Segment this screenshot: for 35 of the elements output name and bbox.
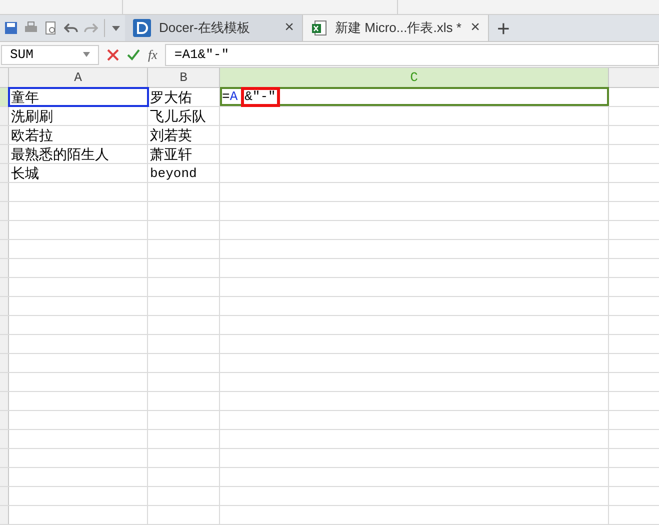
dropdown-caret-icon[interactable] [111,24,121,32]
insert-function-button[interactable]: fx [148,44,158,64]
table-cell: 刘若英 [148,126,220,144]
table-cell: 长城 [9,164,148,182]
new-tab-button[interactable]: + [489,15,518,41]
tab-title: Docer-在线模板 [159,19,252,38]
confirm-icon[interactable] [127,48,140,60]
spreadsheet-file-icon [311,20,327,36]
close-tab-button[interactable]: × [284,16,294,40]
formula-equals: = [222,88,230,106]
print-icon[interactable] [24,21,38,35]
highlighted-formula-part: &″-″ [240,86,280,106]
document-tab[interactable]: Docer-在线模板 × [125,15,303,41]
table-cell: 欧若拉 [9,126,148,144]
table-cell: beyond [148,164,220,182]
cell-reference: A [230,88,238,106]
redo-icon[interactable] [84,21,98,35]
cancel-icon[interactable] [107,48,119,60]
document-tab[interactable]: 新建 Micro...作表.xls * × [303,15,489,41]
table-cell: 最熟悉的陌生人 [9,145,148,163]
table-cell: 洗刷刷 [9,107,148,125]
close-tab-button[interactable]: × [470,16,480,40]
undo-icon[interactable] [64,21,78,35]
table-cell: 童年 [9,88,148,106]
dropdown-caret-icon [83,52,90,57]
table-cell: 萧亚轩 [148,145,220,163]
name-box[interactable]: SUM [1,44,99,64]
docer-logo-icon [133,19,151,37]
print-preview-icon[interactable] [44,21,58,35]
column-header[interactable]: A [9,68,148,87]
save-icon[interactable] [4,21,18,35]
cell-editor[interactable]: =A &″-″ [220,87,609,106]
tab-title: 新建 Micro...作表.xls * [335,19,462,38]
formula-field[interactable]: =A1&″-″ [165,44,659,66]
table-cell: 飞儿乐队 [148,107,220,125]
